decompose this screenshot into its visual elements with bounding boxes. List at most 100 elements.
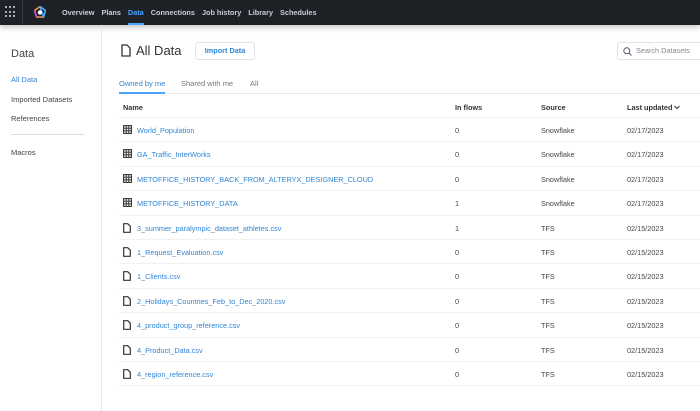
last-updated-cell: 02/15/2023 — [627, 223, 664, 233]
column-last-updated[interactable]: Last updated — [627, 103, 681, 112]
search-icon — [623, 47, 632, 56]
dataset-name-link[interactable]: 1_Clients.csv — [137, 272, 180, 281]
page-title: All Data — [136, 43, 182, 58]
datasets-table: Name In flows Source Last updated World_… — [119, 96, 700, 387]
dataset-name-link[interactable]: METOFFICE_HISTORY_DATA — [137, 199, 238, 208]
source-cell: Snowflake — [541, 199, 575, 209]
column-source[interactable]: Source — [541, 103, 566, 112]
dataset-name-link[interactable]: 4_Product_Data.csv — [137, 346, 203, 355]
app-switcher-icon[interactable] — [5, 6, 17, 18]
sidebar-item-all-data[interactable]: All Data — [11, 75, 37, 84]
nav-data[interactable]: Data — [127, 0, 144, 25]
dataset-name-link[interactable]: World_Population — [137, 126, 194, 135]
dataset-name-link[interactable]: 4_product_group_reference.csv — [137, 321, 240, 330]
nav-plans[interactable]: Plans — [101, 0, 120, 25]
table-row[interactable]: METOFFICE_HISTORY_BACK_FROM_ALTERYX_DESI… — [119, 167, 700, 192]
sidebar-item-references[interactable]: References — [11, 114, 49, 123]
divider — [22, 0, 23, 25]
file-icon — [121, 44, 131, 57]
dataset-name-link[interactable]: METOFFICE_HISTORY_BACK_FROM_ALTERYX_DESI… — [137, 175, 373, 184]
logo-icon[interactable] — [34, 6, 46, 18]
source-cell: TFS — [541, 321, 555, 331]
in-flows-cell: 0 — [455, 150, 460, 160]
in-flows-cell: 0 — [455, 126, 460, 135]
in-flows-cell: 0 — [455, 272, 460, 282]
in-flows-cell: 1 — [455, 223, 460, 233]
nav-library[interactable]: Library — [248, 0, 273, 25]
dataset-name-link[interactable]: 1_Request_Evaluation.csv — [137, 248, 223, 257]
table-row[interactable]: 2_Holidays_Countries_Feb_to_Dec_2020.csv… — [119, 289, 700, 314]
chevron-down-icon — [674, 105, 681, 110]
sidebar-title: Data — [11, 48, 35, 60]
table-row[interactable]: World_Population 0 Snowflake 02/17/2023 — [119, 118, 700, 143]
in-flows-cell: 0 — [455, 369, 460, 379]
source-cell: TFS — [541, 223, 555, 233]
last-updated-cell: 02/15/2023 — [627, 247, 664, 257]
sidebar: Data All Data Imported Datasets Referenc… — [0, 25, 102, 411]
table-row[interactable]: 4_region_reference.csv 0 TFS 02/15/2023 — [119, 362, 700, 387]
column-in-flows[interactable]: In flows — [455, 103, 482, 112]
table-header: Name In flows Source Last updated — [119, 96, 700, 118]
file-icon — [123, 247, 131, 259]
last-updated-cell: 02/17/2023 — [627, 126, 664, 135]
table-icon — [123, 125, 132, 136]
search-input[interactable]: Search Datasets — [617, 42, 700, 60]
source-cell: TFS — [541, 369, 555, 379]
file-icon — [123, 271, 131, 283]
source-cell: Snowflake — [541, 126, 575, 135]
source-cell: TFS — [541, 296, 555, 306]
in-flows-cell: 0 — [455, 321, 460, 331]
file-icon — [123, 369, 131, 381]
last-updated-cell: 02/15/2023 — [627, 369, 664, 379]
table-row[interactable]: 3_summer_paralympic_dataset_athletes.csv… — [119, 216, 700, 240]
sidebar-item-macros[interactable]: Macros — [11, 148, 36, 157]
tab-owned-by-me[interactable]: Owned by me — [119, 78, 166, 94]
table-row[interactable]: 1_Clients.csv 0 TFS 02/15/2023 — [119, 264, 700, 289]
table-row[interactable]: METOFFICE_HISTORY_DATA 1 Snowflake 02/17… — [119, 191, 700, 216]
source-cell: TFS — [541, 345, 555, 355]
last-updated-cell: 02/15/2023 — [627, 272, 664, 282]
dataset-name-link[interactable]: GA_Traffic_InterWorks — [137, 150, 211, 159]
main-nav: Overview Plans Data Connections Job hist… — [62, 0, 317, 25]
nav-connections[interactable]: Connections — [151, 0, 195, 25]
table-row[interactable]: 4_Product_Data.csv 0 TFS 02/15/2023 — [119, 338, 700, 362]
file-icon — [123, 222, 131, 235]
file-icon — [123, 344, 131, 357]
last-updated-cell: 02/17/2023 — [627, 199, 664, 209]
source-cell: TFS — [541, 247, 555, 257]
file-icon — [123, 320, 131, 332]
in-flows-cell: 0 — [455, 345, 460, 355]
in-flows-cell: 1 — [455, 199, 460, 209]
source-cell: Snowflake — [541, 174, 575, 184]
in-flows-cell: 0 — [455, 247, 460, 257]
table-icon — [123, 149, 132, 160]
source-cell: Snowflake — [541, 150, 575, 160]
import-data-button[interactable]: Import Data — [195, 42, 255, 60]
page-header: All Data — [121, 43, 182, 58]
last-updated-cell: 02/17/2023 — [627, 150, 664, 160]
table-icon — [123, 173, 132, 185]
tab-all[interactable]: All — [250, 78, 258, 94]
last-updated-cell: 02/17/2023 — [627, 174, 664, 184]
dataset-name-link[interactable]: 4_region_reference.csv — [137, 370, 213, 379]
sidebar-item-imported-datasets[interactable]: Imported Datasets — [11, 95, 72, 104]
divider — [11, 134, 84, 135]
column-name[interactable]: Name — [123, 103, 143, 112]
table-row[interactable]: GA_Traffic_InterWorks 0 Snowflake 02/17/… — [119, 142, 700, 167]
nav-job-history[interactable]: Job history — [202, 0, 241, 25]
nav-schedules[interactable]: Schedules — [280, 0, 317, 25]
dataset-name-link[interactable]: 3_summer_paralympic_dataset_athletes.csv — [137, 224, 281, 233]
last-updated-cell: 02/15/2023 — [627, 345, 664, 355]
in-flows-cell: 0 — [455, 174, 460, 184]
table-row[interactable]: 1_Request_Evaluation.csv 0 TFS 02/15/202… — [119, 240, 700, 265]
in-flows-cell: 0 — [455, 296, 460, 306]
column-label: Last updated — [627, 103, 673, 112]
source-cell: TFS — [541, 272, 555, 282]
tab-shared-with-me[interactable]: Shared with me — [181, 78, 233, 94]
last-updated-cell: 02/15/2023 — [627, 321, 664, 331]
table-icon — [123, 198, 132, 209]
dataset-name-link[interactable]: 2_Holidays_Countries_Feb_to_Dec_2020.csv — [137, 297, 285, 306]
nav-overview[interactable]: Overview — [62, 0, 94, 25]
search-placeholder: Search Datasets — [636, 46, 690, 55]
table-row[interactable]: 4_product_group_reference.csv 0 TFS 02/1… — [119, 313, 700, 338]
